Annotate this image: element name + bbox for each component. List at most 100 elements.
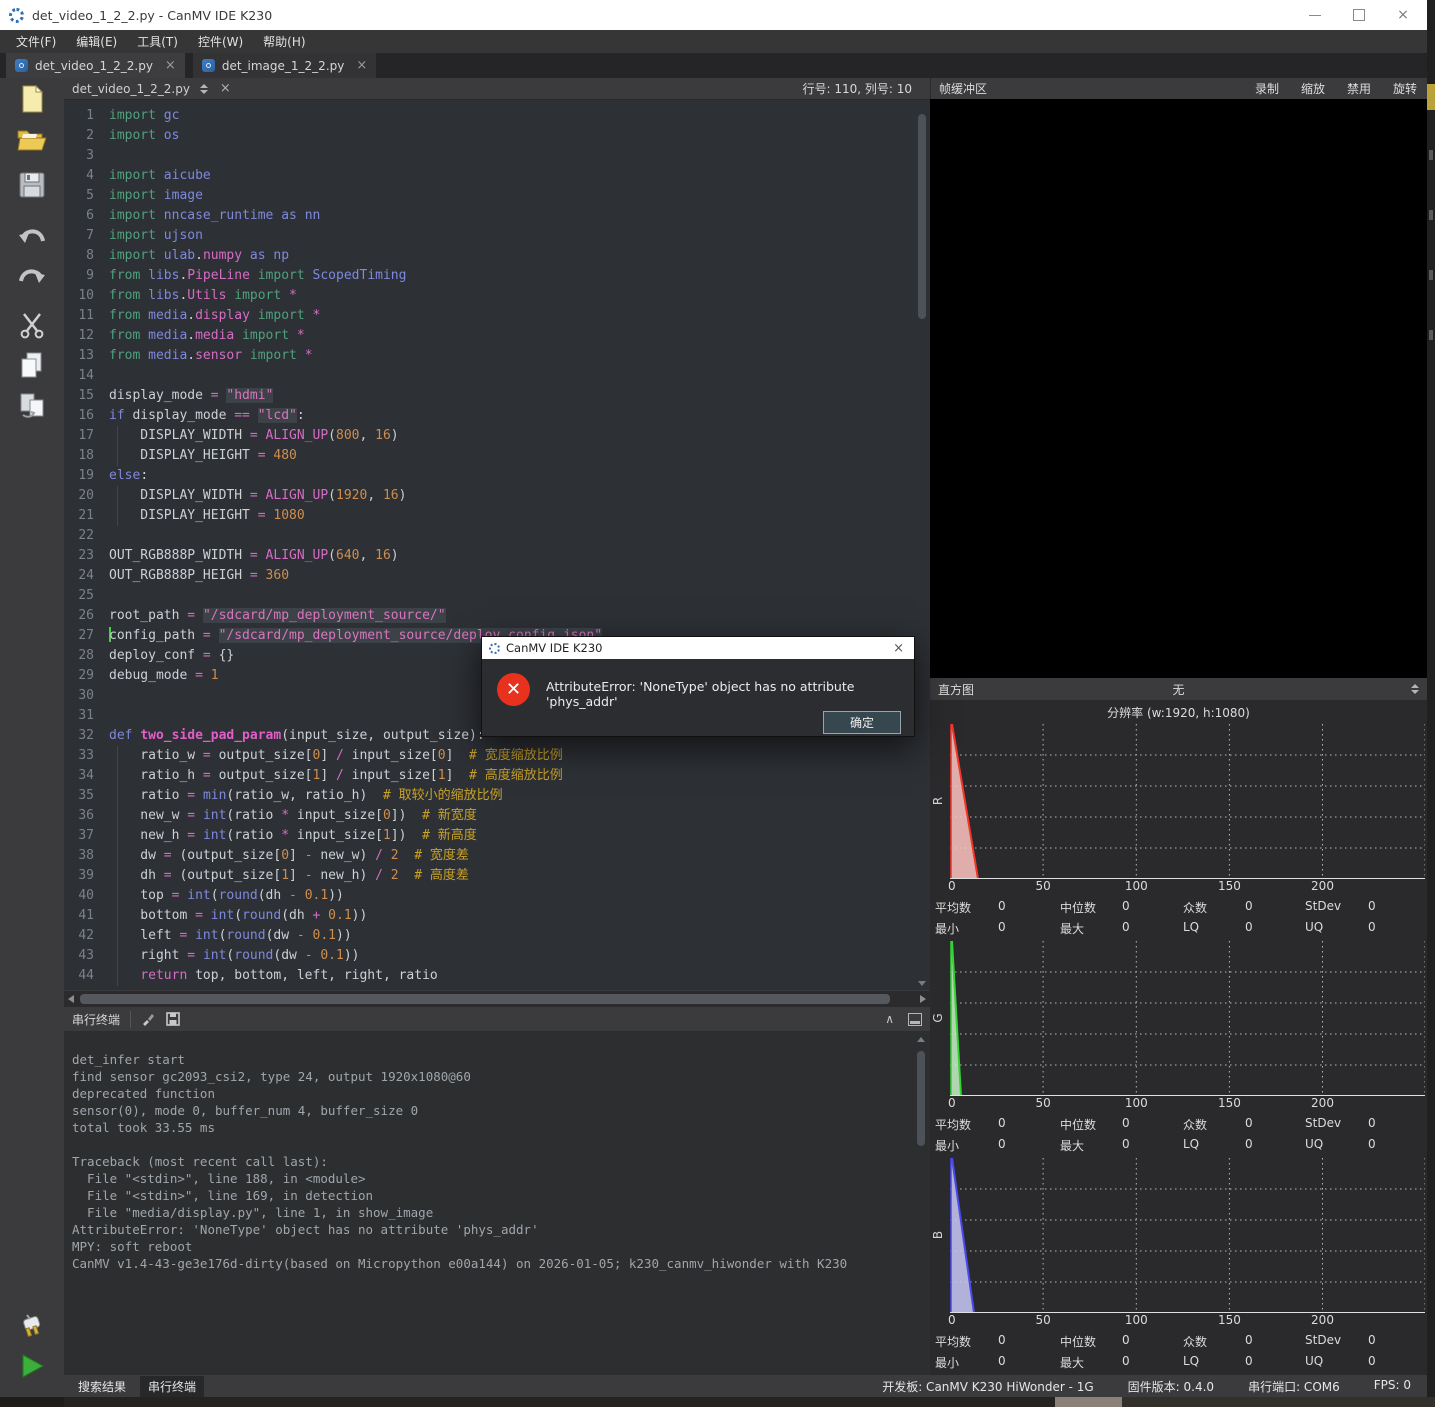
line-number: 29 — [64, 666, 103, 686]
menu-item[interactable]: 控件(W) — [188, 30, 253, 53]
editor-vertical-scrollbar[interactable] — [916, 100, 928, 990]
cut-button[interactable] — [13, 306, 51, 344]
run-button[interactable] — [13, 1347, 51, 1385]
menu-item[interactable]: 帮助(H) — [253, 30, 315, 53]
line-number: 23 — [64, 546, 103, 566]
framebuffer-title: 帧缓冲区 — [939, 80, 987, 97]
stats-row: 最小0最大0LQ0UQ0 — [930, 918, 1427, 939]
collapse-terminal-icon[interactable]: ∧ — [885, 1012, 894, 1026]
redo-button[interactable] — [13, 260, 51, 298]
python-file-icon — [15, 59, 28, 72]
line-number: 1 — [64, 106, 103, 126]
terminal-line: Traceback (most recent call last): — [72, 1153, 930, 1170]
open-file-selector[interactable]: det_video_1_2_2.py — [72, 82, 190, 96]
tick-label: 0 — [948, 1096, 956, 1110]
fps-status: FPS: 0 — [1374, 1378, 1411, 1395]
line-number: 14 — [64, 366, 103, 386]
menu-item[interactable]: 编辑(E) — [66, 30, 127, 53]
code-text: from libs.Utils import * — [103, 286, 297, 306]
code-line: 21 DISPLAY_HEIGHT = 1080 — [64, 506, 930, 526]
clear-terminal-icon[interactable] — [141, 1012, 156, 1027]
code-line: 35 ratio = min(ratio_w, ratio_h) # 取较小的缩… — [64, 786, 930, 806]
code-text: left = int(round(dw - 0.1)) — [103, 926, 352, 946]
terminal-line: File "<stdin>", line 188, in <module> — [72, 1170, 930, 1187]
stat-value: 0 — [1368, 920, 1376, 934]
connect-button[interactable] — [13, 1307, 51, 1345]
code-text: import aicube — [103, 166, 211, 186]
histogram-source-select[interactable]: 无 — [930, 681, 1427, 698]
code-line: 25 — [64, 586, 930, 606]
stat-value: 0 — [1122, 1333, 1130, 1347]
code-text: dw = (output_size[0] - new_w) / 2 # 宽度差 — [103, 846, 469, 866]
menu-item[interactable]: 工具(T) — [127, 30, 188, 53]
adjacent-window-sliver — [1427, 0, 1435, 1397]
code-text: import gc — [103, 106, 179, 126]
stat-label: LQ — [1183, 1354, 1199, 1368]
framebuffer-button[interactable]: 缩放 — [1301, 80, 1325, 97]
status-bar: 搜索结果串行终端 开发板: CanMV K230 HiWonder - 1G 固… — [64, 1375, 1427, 1397]
histogram-section-r: R050100150200平均数0中位数0众数0StDev0最小0最大0LQ0U… — [930, 724, 1427, 941]
undo-button[interactable] — [13, 220, 51, 258]
framebuffer-button[interactable]: 旋转 — [1393, 80, 1417, 97]
python-file-icon — [202, 59, 215, 72]
firmware-status: 固件版本: 0.4.0 — [1128, 1378, 1214, 1395]
serial-terminal[interactable]: det_infer startfind sensor gc2093_csi2, … — [64, 1031, 930, 1375]
tab-close-icon[interactable]: × — [165, 58, 176, 73]
line-number: 40 — [64, 886, 103, 906]
line-number: 33 — [64, 746, 103, 766]
tick-label: 200 — [1311, 1096, 1334, 1110]
menu-item[interactable]: 文件(F) — [6, 30, 66, 53]
error-dialog: CanMV IDE K230 × ✕ AttributeError: 'None… — [481, 636, 915, 737]
maximize-button[interactable] — [1337, 1, 1381, 29]
scroll-left-icon[interactable] — [68, 995, 74, 1003]
paste-button[interactable] — [13, 386, 51, 424]
minimize-button[interactable] — [1293, 1, 1337, 29]
copy-button[interactable] — [13, 346, 51, 384]
code-line: 12from media.media import * — [64, 326, 930, 346]
code-line: 17 DISPLAY_WIDTH = ALIGN_UP(800, 16) — [64, 426, 930, 446]
code-line: 5import image — [64, 186, 930, 206]
stat-value: 0 — [1245, 1354, 1253, 1368]
file-tab[interactable]: det_image_1_2_2.py× — [193, 53, 376, 78]
bottom-tab[interactable]: 串行终端 — [140, 1376, 204, 1397]
new-file-button[interactable] — [13, 80, 51, 118]
stat-label: 众数 — [1183, 1116, 1207, 1133]
code-line: 26root_path = "/sdcard/mp_deployment_sou… — [64, 606, 930, 626]
code-text: from media.display import * — [103, 306, 320, 326]
stats-row: 平均数0中位数0众数0StDev0 — [930, 1114, 1427, 1135]
bottom-tab[interactable]: 搜索结果 — [70, 1376, 134, 1397]
line-number: 18 — [64, 446, 103, 466]
stats-row: 平均数0中位数0众数0StDev0 — [930, 1331, 1427, 1352]
scroll-right-icon[interactable] — [920, 995, 926, 1003]
tab-close-icon[interactable]: × — [356, 58, 367, 73]
terminal-scrollbar[interactable] — [915, 1035, 927, 1371]
stat-value: 0 — [998, 920, 1006, 934]
open-folder-button[interactable] — [13, 120, 51, 158]
save-button[interactable] — [13, 166, 51, 204]
code-text: import os — [103, 126, 179, 146]
panel-layout-icon[interactable] — [908, 1013, 922, 1026]
x-axis-ticks: 050100150200 — [950, 1313, 1425, 1329]
file-selector-dropdown-icon[interactable] — [200, 84, 208, 94]
terminal-line: det_infer start — [72, 1051, 930, 1068]
code-text — [103, 526, 109, 546]
line-number: 39 — [64, 866, 103, 886]
line-number: 37 — [64, 826, 103, 846]
framebuffer-button[interactable]: 禁用 — [1347, 80, 1371, 97]
editor-horizontal-scrollbar[interactable] — [64, 990, 930, 1007]
tick-label: 100 — [1125, 1313, 1148, 1327]
ok-button[interactable]: 确定 — [823, 711, 901, 734]
tick-label: 50 — [1035, 1313, 1050, 1327]
editor-close-icon[interactable]: × — [220, 81, 231, 96]
close-button[interactable]: × — [1381, 1, 1425, 29]
stat-value: 0 — [1245, 1333, 1253, 1347]
framebuffer-button[interactable]: 录制 — [1255, 80, 1279, 97]
file-tab[interactable]: det_video_1_2_2.py× — [6, 53, 185, 78]
line-number: 4 — [64, 166, 103, 186]
code-editor[interactable]: 1import gc2import os34import aicube5impo… — [64, 100, 930, 990]
stat-label: UQ — [1305, 920, 1323, 934]
save-log-icon[interactable] — [166, 1012, 180, 1026]
code-text: new_w = int(ratio * input_size[0]) # 新宽度 — [103, 806, 477, 826]
dialog-close-icon[interactable]: × — [893, 641, 904, 656]
terminal-line: deprecated function — [72, 1085, 930, 1102]
